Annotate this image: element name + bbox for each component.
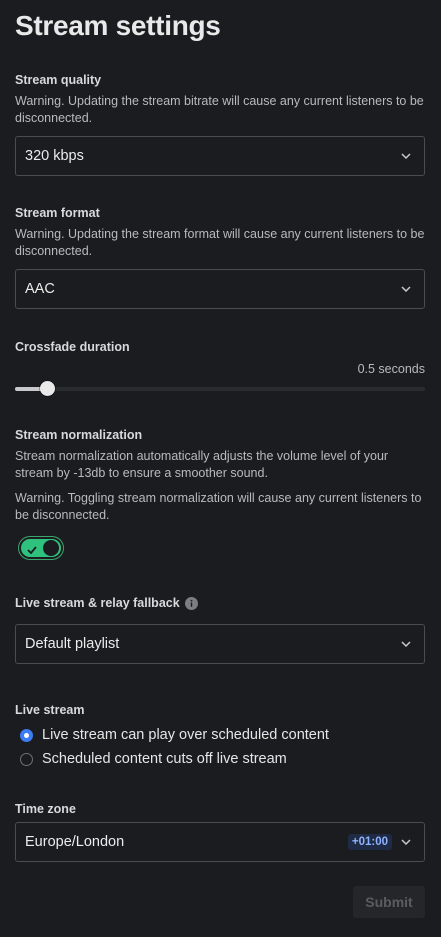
page-title: Stream settings [15, 10, 221, 41]
info-icon[interactable] [185, 597, 198, 615]
time-zone-select[interactable]: Europe/London +01:00 [15, 822, 425, 862]
live-stream-radio-group: Live stream can play over scheduled cont… [15, 723, 329, 771]
time-zone-value: Europe/London [25, 834, 125, 850]
submit-button[interactable]: Submit [353, 886, 425, 918]
radio-button-checked[interactable] [20, 728, 33, 742]
crossfade-value: 0.5 seconds [357, 362, 425, 376]
crossfade-slider[interactable] [15, 381, 425, 396]
fallback-label: Live stream & relay fallback [15, 596, 180, 610]
radio-label: Live stream can play over scheduled cont… [42, 727, 329, 743]
toggle-knob [43, 540, 59, 556]
stream-quality-value: 320 kbps [25, 148, 84, 164]
time-zone-offset-badge: +01:00 [347, 834, 392, 850]
crossfade-slider-thumb[interactable] [40, 381, 55, 396]
normalization-toggle[interactable] [21, 539, 61, 557]
radio-button-unchecked[interactable] [20, 752, 33, 766]
stream-format-label: Stream format [15, 206, 100, 220]
radio-option-play-over[interactable]: Live stream can play over scheduled cont… [15, 723, 329, 747]
fallback-select[interactable]: Default playlist [15, 624, 425, 664]
stream-format-select[interactable]: AAC [15, 269, 425, 309]
chevron-down-icon [400, 836, 412, 848]
stream-quality-label: Stream quality [15, 73, 102, 87]
time-zone-label: Time zone [15, 802, 76, 816]
stream-format-value: AAC [25, 281, 55, 297]
check-icon [27, 542, 37, 560]
stream-quality-select[interactable]: 320 kbps [15, 136, 425, 176]
radio-option-cuts-off[interactable]: Scheduled content cuts off live stream [15, 747, 329, 771]
chevron-down-icon [400, 638, 412, 650]
normalization-description: Stream normalization automatically adjus… [15, 449, 389, 480]
stream-quality-warning: Warning. Updating the stream bitrate wil… [15, 94, 424, 125]
radio-label: Scheduled content cuts off live stream [42, 751, 287, 767]
chevron-down-icon [400, 150, 412, 162]
normalization-label: Stream normalization [15, 428, 143, 442]
stream-format-warning: Warning. Updating the stream format will… [15, 227, 425, 258]
chevron-down-icon [400, 283, 412, 295]
fallback-value: Default playlist [25, 636, 120, 652]
crossfade-label: Crossfade duration [15, 340, 130, 354]
normalization-warning: Warning. Toggling stream normalization w… [15, 491, 422, 522]
live-stream-label: Live stream [15, 703, 85, 717]
